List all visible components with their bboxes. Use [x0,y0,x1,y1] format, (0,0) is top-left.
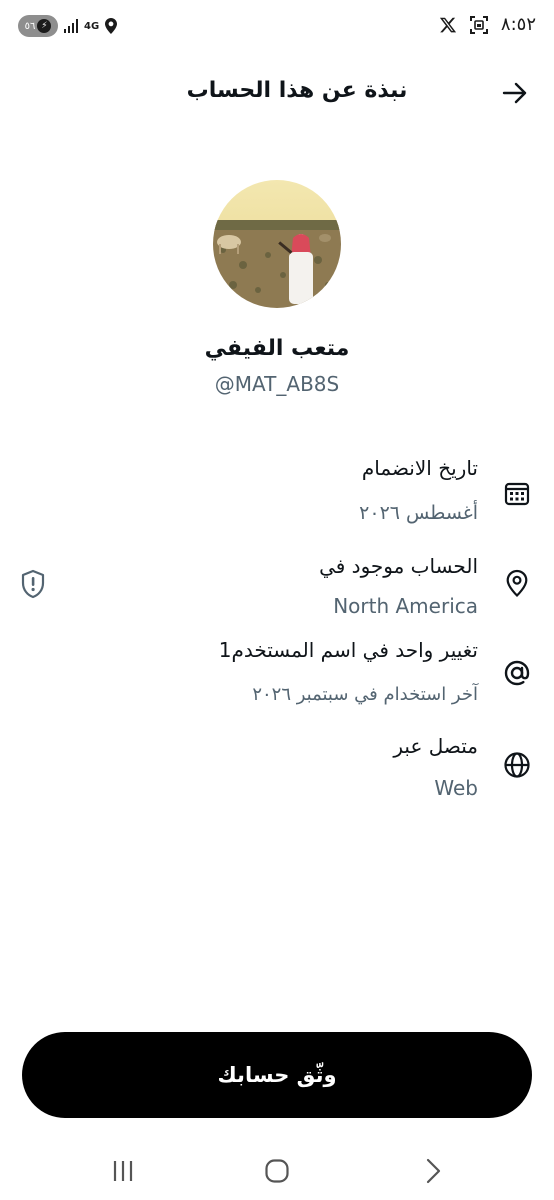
info-title: متصل عبر [393,734,478,758]
info-item-location: الحساب موجود في North America [0,552,554,632]
page-title: نبذة عن هذا الحساب [186,78,408,103]
home-icon[interactable] [262,1156,292,1186]
status-bar: ٥٦ ⚡ 4G ٨:٥٢ [0,0,554,52]
info-title: الحساب موجود في [319,554,478,578]
x-app-icon [439,17,457,32]
info-value: آخر استخدام في سبتمبر ٢٠٢٦ [252,684,478,705]
shield-icon[interactable] [18,568,48,600]
clock: ٨:٥٢ [500,14,536,35]
info-value: North America [333,594,478,618]
info-value: Web [434,776,478,800]
avatar-photo [213,180,341,308]
charging-icon: ⚡ [37,19,52,33]
info-item-connected-via: متصل عبر Web [0,730,554,810]
status-left: ٥٦ ⚡ 4G [18,15,118,37]
status-right: ٨:٥٢ [439,14,536,35]
system-nav-bar [0,1140,554,1200]
info-value: أغسطس ٢٠٢٦ [359,502,478,524]
location-icon [105,18,118,34]
signal-icon [64,19,78,33]
at-sign-icon [504,660,530,686]
calendar-icon [504,482,530,506]
header: نبذة عن هذا الحساب [0,70,554,114]
user-handle: @MAT_AB8S [214,372,340,396]
back-chevron-icon[interactable] [418,1156,448,1186]
display-name: متعب الفيفي [204,336,350,361]
info-title: تغيير واحد في اسم المستخدم1 [218,638,478,662]
info-item-username-change: تغيير واحد في اسم المستخدم1 آخر استخدام … [0,636,554,716]
avatar[interactable] [213,180,341,308]
battery-level: ٥٦ [24,20,36,32]
location-pin-icon [506,569,528,598]
verify-account-button[interactable]: وثّق حسابك [22,1032,532,1118]
screenshot-icon [469,15,488,34]
network-type: 4G [84,20,100,32]
battery-icon: ٥٦ ⚡ [18,15,58,37]
info-title: تاريخ الانضمام [361,456,478,480]
globe-icon [504,752,530,778]
recent-apps-icon[interactable] [108,1156,138,1186]
arrow-right-icon[interactable] [500,78,530,108]
info-item-join-date: تاريخ الانضمام أغسطس ٢٠٢٦ [0,452,554,532]
